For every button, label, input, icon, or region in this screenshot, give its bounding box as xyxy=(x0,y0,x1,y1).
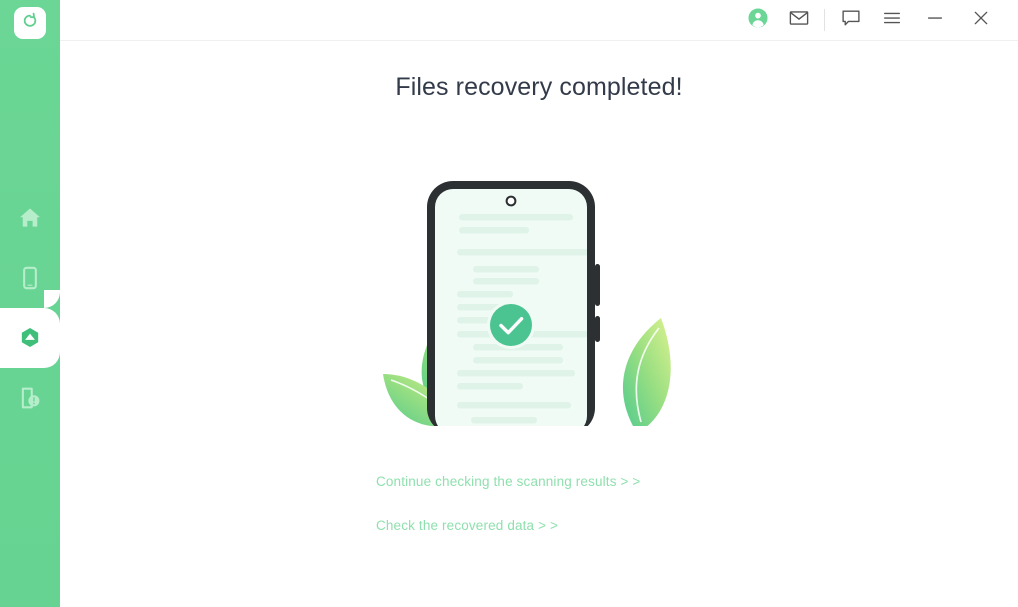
link-row-continue: Continue checking the scanning results >… xyxy=(60,473,1018,491)
app-logo[interactable] xyxy=(14,7,46,39)
sidebar-item-home[interactable] xyxy=(0,188,60,248)
toolbar-divider xyxy=(824,9,825,31)
sidebar-item-repair[interactable] xyxy=(0,368,60,428)
page-title: Files recovery completed! xyxy=(395,73,683,101)
recovery-arrow-icon xyxy=(20,11,40,36)
feedback-button[interactable] xyxy=(830,0,871,40)
mail-button[interactable] xyxy=(778,0,819,40)
user-avatar-icon xyxy=(747,7,769,34)
cloud-recover-icon xyxy=(16,324,44,352)
main-content: Files recovery completed! Continue check… xyxy=(60,41,1018,607)
hamburger-menu-icon xyxy=(881,7,903,34)
sidebar xyxy=(0,0,60,607)
check-recovered-link[interactable]: Check the recovered data > > xyxy=(376,518,558,533)
minimize-icon xyxy=(924,7,946,34)
check-circle-icon xyxy=(487,301,535,349)
close-button[interactable] xyxy=(958,0,1004,40)
smartphone-icon xyxy=(17,265,43,291)
leaf-right xyxy=(622,318,671,426)
phone-recovery-complete-illustration xyxy=(379,176,699,436)
title-bar xyxy=(60,0,1018,41)
chat-bubble-icon xyxy=(840,7,862,34)
phone-alert-icon xyxy=(17,385,43,411)
action-links: Continue checking the scanning results >… xyxy=(60,473,1018,535)
menu-button[interactable] xyxy=(871,0,912,40)
continue-scanning-link[interactable]: Continue checking the scanning results >… xyxy=(376,474,640,489)
mail-icon xyxy=(788,7,810,34)
link-row-check: Check the recovered data > > xyxy=(60,517,1018,535)
sidebar-item-recover[interactable] xyxy=(0,290,60,386)
app-window: Files recovery completed! Continue check… xyxy=(0,0,1018,607)
close-icon xyxy=(970,7,992,34)
window-tools xyxy=(737,0,1004,40)
sidebar-nav xyxy=(0,188,60,428)
account-button[interactable] xyxy=(737,0,778,40)
minimize-button[interactable] xyxy=(912,0,958,40)
home-icon xyxy=(17,205,43,231)
